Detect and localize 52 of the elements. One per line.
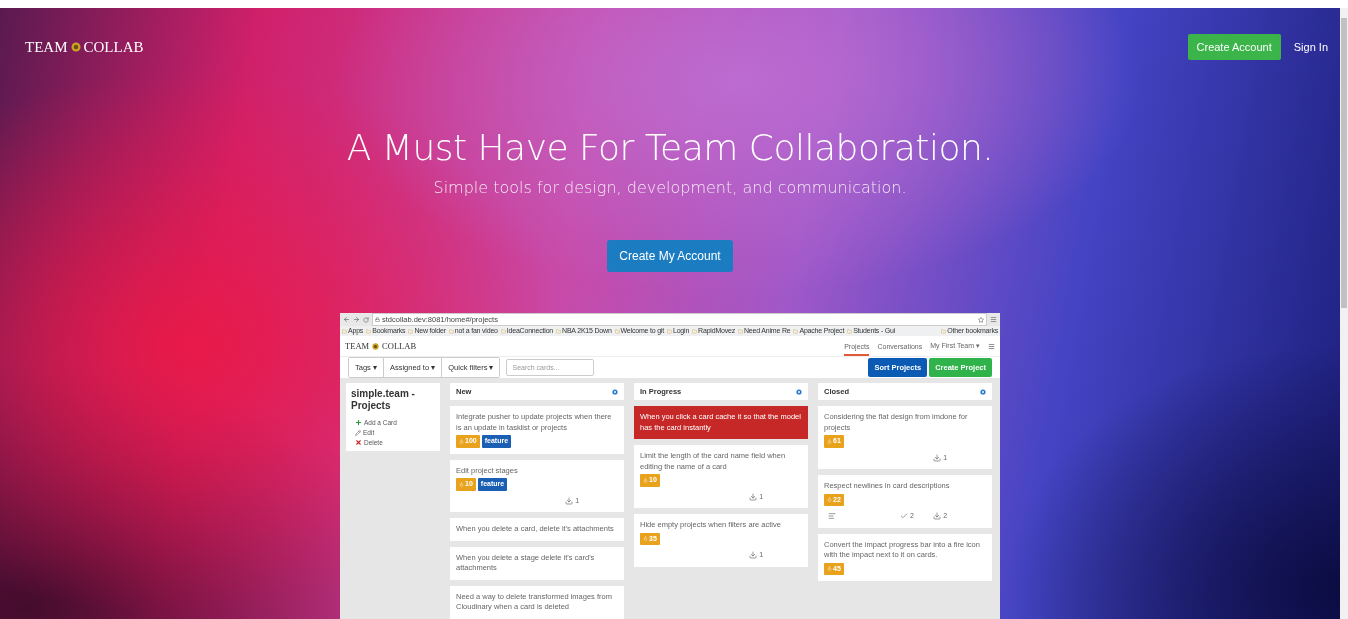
logo-text: TEAM xyxy=(345,341,370,351)
star-icon xyxy=(978,316,984,323)
back-icon xyxy=(343,316,350,323)
flame-icon xyxy=(459,438,464,444)
logo-text: COLLAB xyxy=(382,341,417,351)
folder-icon xyxy=(500,328,506,334)
menu-icon xyxy=(988,342,995,350)
close-icon xyxy=(355,439,362,446)
folder-icon xyxy=(408,328,414,334)
flame-icon xyxy=(643,477,648,483)
menu-icon xyxy=(990,316,997,323)
flame-icon xyxy=(827,497,832,503)
check-icon xyxy=(900,512,909,521)
emblem-icon xyxy=(372,342,380,350)
flame-icon xyxy=(827,438,832,444)
description-icon xyxy=(828,512,836,521)
settings-icon xyxy=(612,388,618,395)
folder-icon xyxy=(448,328,454,334)
hero-subtitle: Simple tools for design, development, and communication. xyxy=(433,177,907,199)
plus-icon xyxy=(355,419,362,426)
flame-icon xyxy=(643,536,648,542)
hero-title: A Must Have For Team Collaboration. xyxy=(346,126,994,170)
folder-icon xyxy=(614,328,620,334)
scrollbar[interactable] xyxy=(1340,8,1348,619)
settings-icon xyxy=(980,388,986,395)
download-icon xyxy=(933,453,942,462)
folder-icon xyxy=(366,328,372,334)
flame-icon xyxy=(827,566,832,572)
settings-icon xyxy=(796,388,802,395)
folder-icon xyxy=(692,328,698,334)
logo-text: TEAM xyxy=(25,38,68,56)
folder-icon xyxy=(738,328,743,334)
folder-icon xyxy=(847,328,853,334)
folder-icon xyxy=(556,328,562,334)
folder-icon xyxy=(666,328,672,334)
download-icon xyxy=(565,496,574,505)
flame-icon xyxy=(459,481,464,487)
logo-text: COLLAB xyxy=(83,38,144,56)
folder-icon xyxy=(342,328,347,334)
forward-icon xyxy=(353,316,360,323)
folder-icon xyxy=(793,328,799,334)
sign-in-link[interactable]: Sign In xyxy=(1293,41,1328,53)
pencil-icon xyxy=(355,429,361,436)
reload-icon xyxy=(363,316,369,323)
folder-icon xyxy=(941,328,947,334)
project-title: simple.team - Projects xyxy=(351,388,416,412)
download-icon xyxy=(749,551,758,560)
create-account-button[interactable]: Create My Account xyxy=(607,240,733,272)
emblem-icon xyxy=(70,42,81,52)
download-icon xyxy=(749,492,758,501)
lock-icon xyxy=(375,317,380,322)
download-icon xyxy=(933,512,942,521)
